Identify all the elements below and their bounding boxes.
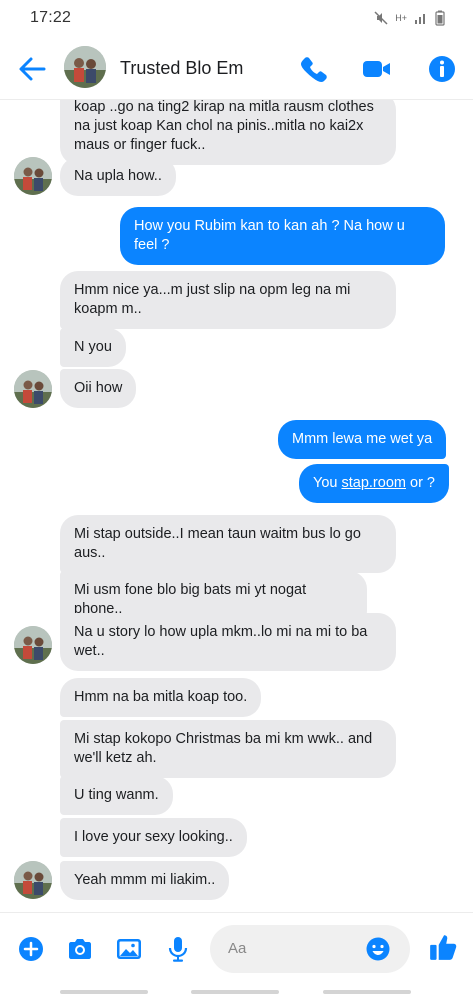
- network-type-label: H+: [395, 12, 407, 23]
- system-nav-bar: [0, 984, 473, 1000]
- message-line: Mi stap kokopo Christmas ba mi km wwk.. …: [74, 731, 373, 747]
- contact-avatar[interactable]: [64, 46, 106, 88]
- sender-avatar[interactable]: [14, 861, 52, 899]
- message-line: aus..: [74, 545, 106, 561]
- message-bubble-incoming[interactable]: Na upla how..: [60, 157, 176, 196]
- message-line: Mmm lewa me wet ya: [292, 431, 433, 447]
- message-line: na just koap Kan chol na pinis..mitla no…: [74, 118, 364, 134]
- nav-home-button[interactable]: [191, 990, 279, 994]
- sender-avatar[interactable]: [14, 370, 52, 408]
- nav-back-button[interactable]: [323, 990, 411, 994]
- message-bubble-outgoing[interactable]: You stap.room or ?: [299, 464, 449, 503]
- message-list[interactable]: koap ..go na ting2 kirap na mitla rausm …: [0, 100, 473, 912]
- message-bubble-incoming[interactable]: Mi stap kokopo Christmas ba mi km wwk.. …: [60, 720, 396, 778]
- back-arrow-icon[interactable]: [18, 56, 46, 82]
- battery-icon: [435, 10, 445, 26]
- message-bubble-incoming[interactable]: U ting wanm.: [60, 776, 173, 815]
- status-bar: 17:22 H+: [0, 0, 473, 36]
- phone-icon[interactable]: [298, 54, 328, 84]
- status-icons: H+: [374, 10, 445, 26]
- message-line: N you: [74, 339, 112, 355]
- message-line: How you Rubim kan to kan ah ? Na how u: [134, 218, 405, 234]
- message-bubble-incoming[interactable]: I love your sexy looking..: [60, 818, 247, 857]
- message-input[interactable]: Aa: [210, 925, 410, 973]
- message-composer: Aa: [0, 912, 473, 984]
- mute-icon: [374, 11, 388, 25]
- sender-avatar[interactable]: [14, 626, 52, 664]
- message-bubble-incoming[interactable]: Na u story lo how upla mkm..lo mi na mi …: [60, 613, 396, 671]
- gallery-icon[interactable]: [115, 935, 143, 963]
- message-line: I love your sexy looking..: [74, 829, 233, 845]
- microphone-icon[interactable]: [164, 935, 192, 963]
- message-line: Mi stap outside..I mean taun waitm bus l…: [74, 526, 361, 542]
- message-text: or ?: [405, 475, 435, 491]
- sender-avatar[interactable]: [14, 157, 52, 195]
- message-line: koapm m..: [74, 301, 142, 317]
- message-line: wet..: [74, 643, 105, 659]
- message-bubble-outgoing[interactable]: How you Rubim kan to kan ah ? Na how u f…: [120, 207, 445, 265]
- message-text: You: [313, 475, 342, 491]
- message-bubble-incoming[interactable]: Mi stap outside..I mean taun waitm bus l…: [60, 515, 396, 573]
- message-input-placeholder: Aa: [228, 940, 247, 957]
- video-call-icon[interactable]: [361, 54, 391, 84]
- message-line: Na u story lo how upla mkm..lo mi na mi …: [74, 624, 368, 640]
- message-bubble-incoming[interactable]: Yeah mmm mi liakim..: [60, 861, 230, 900]
- message-bubble-incoming[interactable]: koap ..go na ting2 kirap na mitla rausm …: [60, 100, 396, 165]
- status-time: 17:22: [30, 9, 72, 26]
- message-line: Oii how: [74, 380, 123, 396]
- contact-name[interactable]: Trusted Blo Em: [120, 58, 243, 79]
- message-bubble-incoming[interactable]: Hmm nice ya...m just slip na opm leg na …: [60, 271, 396, 329]
- plus-icon[interactable]: [17, 935, 45, 963]
- message-line: Na upla how..: [74, 168, 162, 184]
- camera-icon[interactable]: [66, 935, 94, 963]
- nav-recent-button[interactable]: [60, 990, 148, 994]
- message-bubble-incoming[interactable]: N you: [60, 328, 126, 367]
- signal-icon: [415, 14, 425, 24]
- message-bubble-outgoing[interactable]: Mmm lewa me wet ya: [278, 420, 447, 459]
- chat-header: Trusted Blo Em: [0, 36, 473, 100]
- thumbs-up-icon[interactable]: [428, 932, 458, 962]
- message-line: Hmm na ba mitla koap too.: [74, 689, 248, 705]
- message-line: Yeah mmm mi liakim..: [74, 872, 216, 888]
- message-bubble-incoming[interactable]: Hmm na ba mitla koap too.: [60, 678, 262, 717]
- message-line: maus or finger fuck..: [74, 137, 206, 153]
- emoji-icon[interactable]: [365, 936, 391, 962]
- message-line: Hmm nice ya...m just slip na opm leg na …: [74, 282, 351, 298]
- message-line: U ting wanm.: [74, 787, 159, 803]
- message-link[interactable]: stap.room: [342, 475, 406, 491]
- message-line: feel ?: [134, 237, 170, 253]
- info-icon[interactable]: [427, 54, 457, 84]
- message-line: we'll ketz ah.: [74, 750, 157, 766]
- message-bubble-incoming[interactable]: Oii how: [60, 369, 137, 408]
- message-line: koap ..go na ting2 kirap na mitla rausm …: [74, 100, 374, 115]
